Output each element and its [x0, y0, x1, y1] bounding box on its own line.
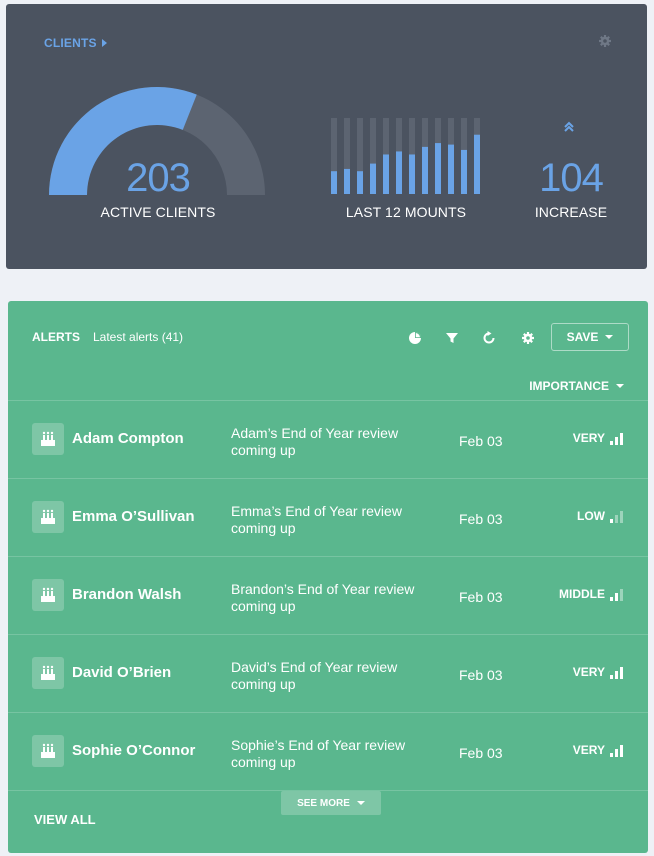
see-more-button[interactable]: SEE MORE [281, 791, 381, 815]
save-button-label: SAVE [566, 330, 599, 344]
signal-bar [615, 515, 618, 523]
clients-panel: CLIENTS 203 ACTIVE CLIENTS LAST 12 MOUNT… [6, 4, 647, 269]
view-all-link[interactable]: VIEW ALL [34, 812, 96, 827]
caret-right-icon [101, 39, 107, 47]
month-bar [474, 134, 480, 194]
alert-client-name: Brandon Walsh [72, 586, 182, 603]
importance-text: LOW [577, 509, 605, 523]
alert-row[interactable]: Emma O’Sullivan Emma’s End of Year revie… [8, 478, 648, 556]
signal-bars-icon [610, 667, 623, 679]
importance-sort-dropdown[interactable]: IMPORTANCE [529, 379, 624, 393]
pie-chart-icon[interactable] [408, 331, 422, 345]
signal-bars-icon [610, 511, 623, 523]
clients-link[interactable]: CLIENTS [44, 36, 107, 50]
alert-client-name: Sophie O’Connor [72, 742, 196, 759]
signal-bar [610, 675, 613, 679]
alert-date: Feb 03 [459, 511, 503, 527]
signal-bar [620, 511, 623, 523]
signal-bars-icon [610, 433, 623, 445]
alerts-panel: ALERTS Latest alerts (41) SAVE IMPORTANC… [8, 301, 648, 853]
signal-bars-icon [610, 589, 623, 601]
active-clients-label: ACTIVE CLIENTS [100, 204, 216, 220]
alert-row[interactable]: David O’Brien David’s End of Year review… [8, 634, 648, 712]
signal-bar [620, 667, 623, 679]
month-bar [461, 149, 467, 194]
alert-row[interactable]: Sophie O’Connor Sophie’s End of Year rev… [8, 712, 648, 790]
alert-message: Brandon’s End of Year review coming up [231, 581, 415, 614]
alert-date: Feb 03 [459, 745, 503, 761]
alerts-count: Latest alerts (41) [93, 330, 184, 344]
alert-client-name: David O’Brien [72, 664, 172, 681]
signal-bar [620, 433, 623, 445]
importance-level: VERY [573, 743, 624, 757]
signal-bar [620, 589, 623, 601]
alert-date: Feb 03 [459, 433, 503, 449]
alert-row[interactable]: Adam Compton Adam’s End of Year review c… [8, 400, 648, 478]
importance-sort-label: IMPORTANCE [529, 379, 609, 393]
cake-icon [32, 735, 64, 767]
month-bar [409, 154, 415, 194]
clients-link-label: CLIENTS [44, 36, 97, 50]
signal-bars-icon [610, 745, 623, 757]
signal-bar [615, 671, 618, 679]
month-bar [357, 171, 363, 194]
month-bar [396, 151, 402, 194]
see-more-label: SEE MORE [297, 797, 350, 809]
signal-bar [610, 441, 613, 445]
month-bar [435, 143, 441, 194]
importance-level: VERY [573, 665, 624, 679]
alert-client-name: Emma O’Sullivan [72, 508, 195, 525]
month-bar [344, 168, 350, 194]
signal-bar [615, 593, 618, 601]
signal-bar [610, 753, 613, 757]
alert-message: Emma’s End of Year review coming up [231, 503, 402, 536]
gear-icon[interactable] [598, 34, 612, 48]
signal-bar [610, 519, 613, 523]
alerts-title: ALERTS [32, 330, 80, 344]
alert-date: Feb 03 [459, 589, 503, 605]
month-bar [422, 146, 428, 194]
importance-level: VERY [573, 431, 624, 445]
month-bar [370, 163, 376, 194]
cake-icon [32, 579, 64, 611]
month-bar [383, 154, 389, 194]
importance-text: MIDDLE [559, 587, 605, 601]
increase-label: INCREASE [534, 204, 608, 220]
cake-icon [32, 423, 64, 455]
caret-down-icon [616, 384, 624, 388]
alert-message: Adam’s End of Year review coming up [231, 425, 399, 458]
signal-bar [620, 745, 623, 757]
month-bar [448, 144, 454, 194]
cake-icon [32, 657, 64, 689]
month-bar [331, 171, 337, 194]
caret-down-icon [605, 335, 614, 339]
importance-text: VERY [572, 665, 605, 679]
alert-message: Sophie’s End of Year review coming up [231, 737, 406, 770]
alert-client-name: Adam Compton [72, 430, 184, 447]
monthly-bar-chart [331, 118, 480, 194]
alert-message: David’s End of Year review coming up [231, 659, 398, 692]
double-chevron-up-icon [564, 121, 574, 132]
importance-text: VERY [572, 431, 605, 445]
signal-bar [615, 437, 618, 445]
cake-icon [32, 501, 64, 533]
importance-text: VERY [572, 743, 605, 757]
monthly-label: LAST 12 MOUNTS [345, 204, 467, 220]
signal-bar [615, 749, 618, 757]
save-button[interactable]: SAVE [551, 323, 629, 351]
gear-icon[interactable] [521, 331, 535, 345]
active-clients-value: 203 [126, 156, 191, 200]
importance-level: MIDDLE [559, 587, 624, 601]
refresh-icon[interactable] [482, 331, 496, 345]
alert-date: Feb 03 [459, 667, 503, 683]
increase-value: 104 [539, 156, 604, 200]
alert-row[interactable]: Brandon Walsh Brandon’s End of Year revi… [8, 556, 648, 634]
filter-icon[interactable] [445, 331, 459, 345]
caret-down-icon [356, 801, 365, 805]
signal-bar [610, 597, 613, 601]
importance-level: LOW [577, 509, 624, 523]
